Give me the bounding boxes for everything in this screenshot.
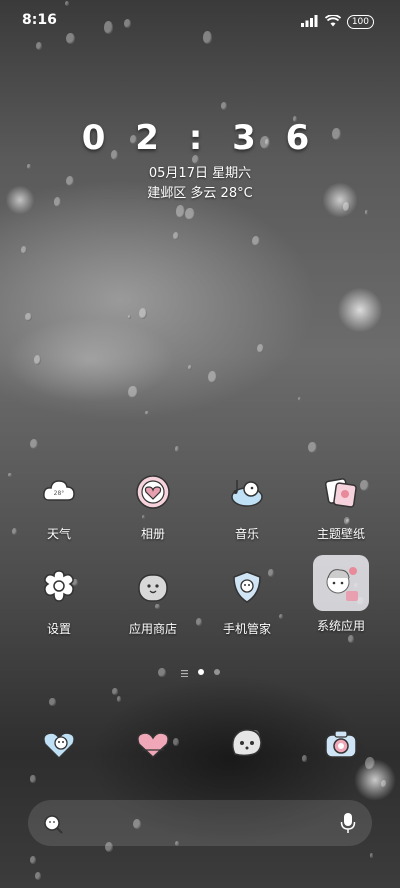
status-bar: 8:16 100 [0, 0, 400, 40]
app-store-penguin-icon [131, 565, 175, 609]
browser-bubble-icon [227, 724, 267, 768]
app-label: 手机管家 [222, 622, 271, 636]
messages-heart-icon [133, 724, 173, 768]
raindrop [35, 871, 42, 880]
app-store[interactable]: 应用商店 [113, 565, 193, 637]
raindrop [174, 445, 180, 452]
app-weather[interactable]: 28° 天气 [19, 470, 99, 542]
settings-flower-icon [37, 565, 81, 609]
raindrop [175, 204, 186, 218]
raindrop [8, 472, 12, 478]
music-penguin-icon [225, 470, 269, 514]
raindrop [25, 312, 32, 322]
app-label: 主题壁纸 [316, 527, 365, 541]
security-shield-icon [225, 565, 269, 609]
app-system-folder[interactable]: 系统应用 [301, 555, 381, 634]
dock-browser[interactable] [225, 724, 269, 768]
raindrop [30, 775, 36, 783]
raindrop [308, 441, 317, 453]
gallery-heart-icon [131, 470, 175, 514]
search-icon[interactable] [42, 813, 64, 839]
raindrop [127, 314, 131, 319]
app-label: 设置 [46, 622, 71, 636]
dock-phone[interactable] [37, 724, 81, 768]
theme-wallpaper-icon [319, 470, 363, 514]
raindrop [381, 779, 388, 788]
camera-icon [321, 724, 361, 768]
raindrop [116, 695, 122, 702]
raindrop [302, 755, 307, 762]
app-settings[interactable]: 设置 [19, 565, 99, 637]
raindrop [112, 687, 118, 696]
raindrop [365, 757, 375, 770]
raindrop [188, 364, 193, 370]
raindrop [35, 41, 42, 50]
raindrop [145, 410, 149, 416]
search-bar[interactable] [28, 800, 372, 846]
phone-heart-icon [39, 724, 79, 768]
app-label: 相册 [140, 527, 165, 541]
raindrop [347, 635, 354, 644]
wifi-icon [324, 12, 341, 31]
raindrop [29, 856, 36, 864]
raindrop [185, 207, 195, 220]
system-apps-folder-icon [313, 555, 369, 611]
page-dot-active[interactable] [197, 668, 204, 675]
weather-text[interactable]: 建邺区 多云 28°C [0, 182, 400, 201]
microphone-icon[interactable] [340, 812, 356, 838]
app-music[interactable]: 音乐 [207, 470, 287, 542]
raindrop [251, 235, 260, 247]
svg-text:28°: 28° [54, 490, 65, 497]
lockscreen-clock[interactable]: 0 2 : 3 6 [0, 118, 400, 158]
raindrop [138, 308, 147, 319]
dock-messages[interactable] [131, 724, 175, 768]
raindrop [128, 385, 138, 399]
app-label: 音乐 [234, 527, 259, 541]
weather-cloud-icon: 28° [37, 470, 81, 514]
app-gallery[interactable]: 相册 [113, 470, 193, 542]
app-label: 系统应用 [316, 619, 365, 633]
raindrop [11, 528, 17, 535]
menu-lines-icon [180, 662, 188, 681]
page-indicator[interactable] [0, 662, 400, 681]
date-text: 05月17日 星期六 [148, 166, 252, 181]
app-security[interactable]: 手机管家 [207, 565, 287, 637]
raindrop [30, 438, 38, 449]
status-icons: 100 [300, 12, 374, 31]
raindrop [49, 698, 56, 707]
status-time: 8:16 [22, 12, 57, 28]
app-themes[interactable]: 主题壁纸 [301, 470, 381, 542]
signal-icon [300, 12, 319, 31]
page-dot[interactable] [213, 668, 220, 675]
dock-camera[interactable] [319, 724, 363, 768]
raindrop [34, 354, 42, 365]
battery-indicator: 100 [346, 14, 374, 29]
app-label: 应用商店 [128, 622, 177, 636]
app-label: 天气 [46, 527, 71, 541]
